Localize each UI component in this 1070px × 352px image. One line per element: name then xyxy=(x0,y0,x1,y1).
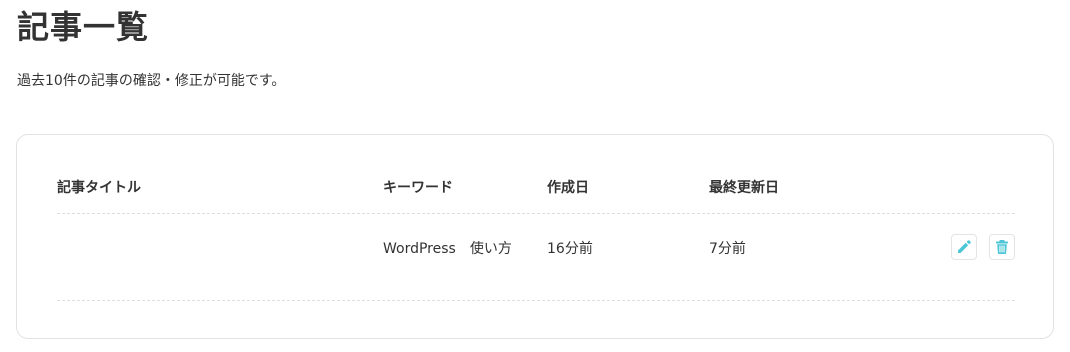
article-list-page: 記事一覧 過去10件の記事の確認・修正が可能です。 記事タイトル キーワード 作… xyxy=(0,0,1070,352)
row-actions xyxy=(951,234,1015,260)
delete-button[interactable] xyxy=(989,234,1015,260)
edit-button[interactable] xyxy=(951,234,977,260)
created-cell: 16分前 xyxy=(547,241,593,257)
article-table-card: 記事タイトル キーワード 作成日 最終更新日 WordPress 使い方 16分… xyxy=(16,134,1054,339)
table-row: WordPress 使い方 16分前 7分前 xyxy=(57,214,1015,301)
header-updated: 最終更新日 xyxy=(709,180,779,196)
trash-icon xyxy=(994,239,1010,255)
page-title: 記事一覧 xyxy=(17,8,150,46)
header-created: 作成日 xyxy=(547,180,589,196)
updated-cell: 7分前 xyxy=(709,241,746,257)
page-description: 過去10件の記事の確認・修正が可能です。 xyxy=(17,73,286,89)
article-table: 記事タイトル キーワード 作成日 最終更新日 WordPress 使い方 16分… xyxy=(57,165,1015,301)
header-title: 記事タイトル xyxy=(57,180,141,196)
pencil-icon xyxy=(956,239,972,255)
table-header: 記事タイトル キーワード 作成日 最終更新日 xyxy=(57,165,1015,214)
header-keyword: キーワード xyxy=(383,180,453,196)
keyword-cell: WordPress 使い方 xyxy=(383,241,512,257)
